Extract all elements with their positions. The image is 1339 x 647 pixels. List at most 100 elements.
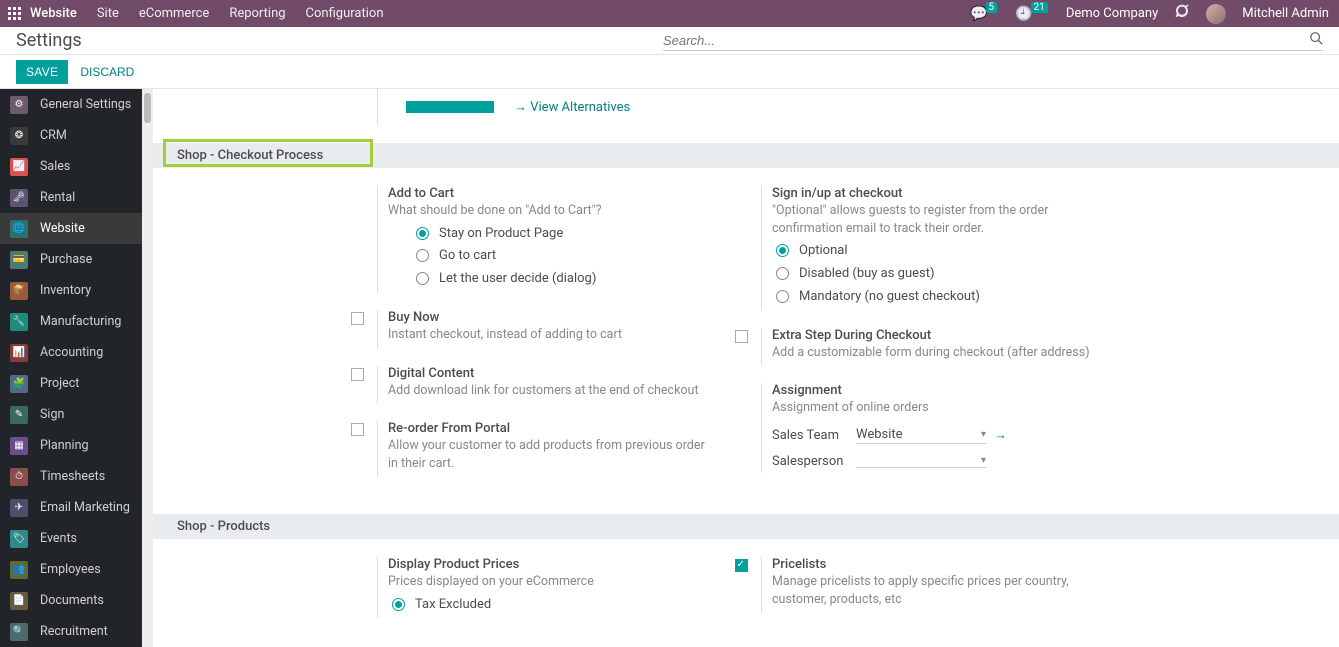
setting-add-to-cart: Add to Cart What should be done on "Add … <box>337 186 707 292</box>
search-icon[interactable] <box>1309 31 1323 49</box>
salesperson-field: Salesperson ▾ <box>772 454 1091 469</box>
extra-step-checkbox[interactable] <box>735 330 748 343</box>
sidebar-item-email-marketing[interactable]: ✈ Email Marketing <box>0 492 142 523</box>
activities-icon[interactable]: 🕘21 <box>1015 6 1050 22</box>
sales-icon: 📈 <box>10 158 28 176</box>
sidebar-item-manufacturing[interactable]: 🔧Manufacturing <box>0 306 142 337</box>
sidebar-item-purchase[interactable]: 💳Purchase <box>0 244 142 275</box>
brand[interactable]: Website <box>30 6 77 21</box>
sidebar-item-label: Planning <box>40 438 89 453</box>
sidebar-item-sales[interactable]: 📈Sales <box>0 151 142 182</box>
signin-title: Sign in/up at checkout <box>772 186 1091 201</box>
radio-optional[interactable]: Optional <box>776 243 1091 260</box>
sidebar-item-sign[interactable]: ✎ Sign <box>0 399 142 430</box>
extra-step-title: Extra Step During Checkout <box>772 328 1091 343</box>
pricelists-title: Pricelists <box>772 557 1091 572</box>
topmenu-ecommerce[interactable]: eCommerce <box>139 6 209 21</box>
sidebar-scrollbar[interactable] <box>142 89 153 647</box>
section-checkout-title: Shop - Checkout Process <box>177 148 323 163</box>
sidebar-item-label: Rental <box>40 190 75 205</box>
view-alternatives-link[interactable]: → View Alternatives <box>514 99 630 115</box>
avatar[interactable] <box>1206 4 1226 24</box>
debug-icon[interactable] <box>1174 4 1190 24</box>
email-marketing-icon: ✈ <box>10 499 28 517</box>
purchase-icon: 💳 <box>10 251 28 269</box>
content: → View Alternatives Shop - Checkout Proc… <box>153 89 1339 647</box>
external-link-icon[interactable]: → <box>994 427 1007 443</box>
sidebar-item-documents[interactable]: 📄Documents <box>0 585 142 616</box>
sidebar-item-general-settings[interactable]: ⚙ General Settings <box>0 89 142 120</box>
sidebar-item-events[interactable]: 🏷Events <box>0 523 142 554</box>
user-name[interactable]: Mitchell Admin <box>1242 6 1329 21</box>
salesperson-select[interactable]: ▾ <box>856 455 986 468</box>
stripe-row: → View Alternatives <box>377 89 1339 125</box>
assignment-sub: Assignment of online orders <box>772 399 1091 417</box>
sidebar-item-accounting[interactable]: 📊Accounting <box>0 337 142 368</box>
signin-sub: "Optional" allows guests to register fro… <box>772 202 1091 237</box>
search-wrap <box>663 31 1323 51</box>
sidebar-item-employees[interactable]: 👥Employees <box>0 554 142 585</box>
page-header: Settings <box>0 27 1339 55</box>
save-button[interactable]: SAVE <box>16 60 68 84</box>
sidebar-item-recruitment[interactable]: 🔍Recruitment <box>0 616 142 647</box>
sidebar-item-rental[interactable]: 🗝 Rental <box>0 182 142 213</box>
section-products-header: Shop - Products <box>153 514 1339 539</box>
buy-now-checkbox[interactable] <box>351 312 364 325</box>
top-menu: Site eCommerce Reporting Configuration <box>97 6 384 21</box>
topmenu-reporting[interactable]: Reporting <box>229 6 285 21</box>
digital-content-checkbox[interactable] <box>351 368 364 381</box>
topmenu-configuration[interactable]: Configuration <box>306 6 384 21</box>
radio-user-decide[interactable]: Let the user decide (dialog) <box>416 271 707 288</box>
search-input[interactable] <box>663 31 1309 50</box>
activate-stripe-button-stub[interactable] <box>406 101 494 113</box>
messages-icon[interactable]: 💬5 <box>970 6 999 22</box>
reorder-title: Re-order From Portal <box>388 421 707 436</box>
sidebar-item-label: Website <box>40 221 85 236</box>
reorder-sub: Allow your customer to add products from… <box>388 437 707 472</box>
sidebar-item-project[interactable]: 🧩Project <box>0 368 142 399</box>
company-name[interactable]: Demo Company <box>1066 6 1158 21</box>
sidebar-item-label: General Settings <box>40 97 131 112</box>
sidebar-item-website[interactable]: 🌐Website <box>0 213 142 244</box>
arrow-right-icon: → <box>514 100 530 115</box>
setting-digital-content: Digital Content Add download link for cu… <box>337 366 707 404</box>
pricelists-sub: Manage pricelists to apply specific pric… <box>772 573 1091 608</box>
inventory-icon: 📦 <box>10 282 28 300</box>
topmenu-site[interactable]: Site <box>97 6 119 21</box>
sidebar-item-label: Sign <box>40 407 64 422</box>
radio-go-to-cart[interactable]: Go to cart <box>416 248 707 265</box>
radio-tax-excluded[interactable]: Tax Excluded <box>392 597 707 614</box>
salesperson-label: Salesperson <box>772 454 856 469</box>
main: ⚙ General Settings ❂CRM📈Sales 🗝 Rental 🌐Websi… <box>0 89 1339 647</box>
radio-mandatory[interactable]: Mandatory (no guest checkout) <box>776 289 1091 306</box>
sidebar-item-crm[interactable]: ❂CRM <box>0 120 142 151</box>
documents-icon: 📄 <box>10 592 28 610</box>
sidebar-item-label: Accounting <box>40 345 103 360</box>
apps-icon[interactable] <box>0 7 30 21</box>
setting-extra-step: Extra Step During Checkout Add a customi… <box>721 328 1091 366</box>
sidebar-item-label: Manufacturing <box>40 314 121 329</box>
sidebar-item-label: Recruitment <box>40 624 108 639</box>
section-checkout-header: Shop - Checkout Process <box>153 143 1339 168</box>
activities-badge: 21 <box>1031 2 1048 13</box>
setting-assignment: Assignment Assignment of online orders S… <box>721 383 1091 473</box>
sidebar-item-planning[interactable]: ▦Planning <box>0 430 142 461</box>
reorder-checkbox[interactable] <box>351 423 364 436</box>
rental-icon: 🗝 <box>10 189 28 207</box>
display-prices-sub: Prices displayed on your eCommerce <box>388 573 707 591</box>
discard-button[interactable]: DISCARD <box>80 65 134 79</box>
project-icon: 🧩 <box>10 375 28 393</box>
sign-icon: ✎ <box>10 406 28 424</box>
radio-stay-on-page[interactable]: Stay on Product Page <box>416 226 707 243</box>
sidebar-item-timesheets[interactable]: ⏱Timesheets <box>0 461 142 492</box>
general-settings-icon: ⚙ <box>10 96 28 114</box>
sidebar-item-label: Email Marketing <box>40 500 130 515</box>
assignment-title: Assignment <box>772 383 1091 398</box>
sidebar-item-label: Inventory <box>40 283 91 298</box>
employees-icon: 👥 <box>10 561 28 579</box>
pricelists-checkbox[interactable] <box>735 559 748 572</box>
sales-team-field: Sales Team Website ▾ → <box>772 427 1091 444</box>
sidebar-item-inventory[interactable]: 📦 Inventory <box>0 275 142 306</box>
sales-team-select[interactable]: Website ▾ <box>856 427 986 444</box>
radio-disabled[interactable]: Disabled (buy as guest) <box>776 266 1091 283</box>
